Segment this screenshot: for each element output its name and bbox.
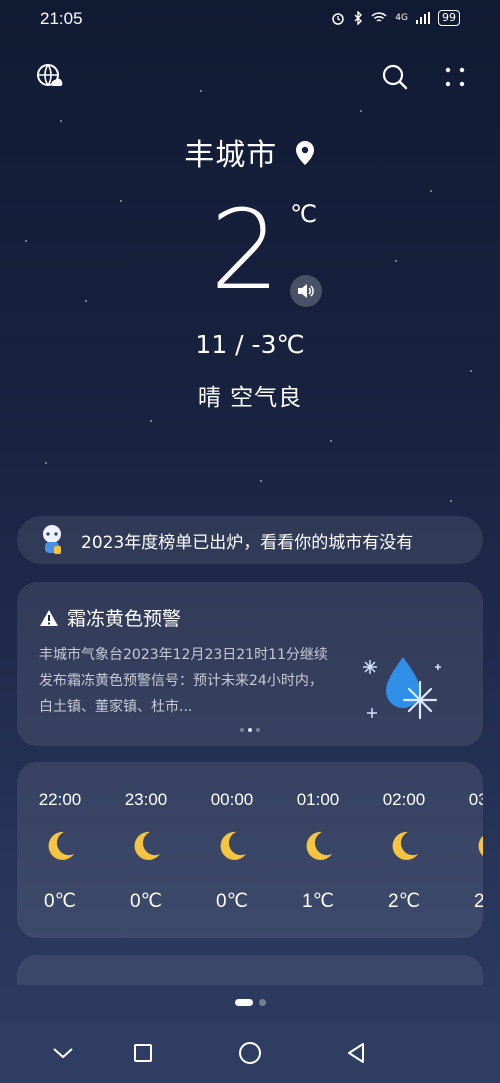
city-name: 丰城市 (184, 138, 278, 173)
frost-icon (363, 657, 441, 720)
current-temperature: 2 (210, 186, 280, 314)
weather-condition: 晴 空气良 (197, 385, 303, 411)
wifi-icon (371, 12, 387, 22)
chevron-down-icon (53, 1048, 73, 1059)
warning-pager-dots (17, 717, 483, 736)
hourly-forecast-card[interactable]: 22:00 0℃ 23:00 0℃ 00:00 0℃ 01:00 1℃ 02:00 2℃ 03:00… (17, 762, 483, 938)
moon-icon (306, 831, 332, 860)
moon-icon (478, 835, 483, 857)
page-dot-active (234, 999, 253, 1006)
location-header[interactable]: 丰城市 (0, 130, 500, 174)
city-page-indicator (0, 999, 500, 1006)
hour-time: 23:00 (124, 790, 168, 809)
weather-warning-card[interactable]: 霜冻黄色预警 丰城市气象台2023年12月23日21时11分继续发布霜冻黄色预警… (17, 582, 483, 746)
status-time: 21:05 (40, 9, 83, 28)
moon-icon (392, 831, 418, 860)
navigation-bar (0, 1023, 500, 1083)
nav-recents-button[interactable] (128, 1038, 158, 1068)
battery-indicator: 99 (438, 10, 460, 26)
moon-icon (48, 831, 74, 860)
hour-temperature: 0℃ (216, 891, 248, 912)
more-button[interactable] (440, 62, 470, 92)
nav-home-button[interactable] (235, 1038, 265, 1068)
network-type: 4G (395, 13, 408, 23)
ranking-banner[interactable]: 2023年度榜单已出炉，看看你的城市有没有 (17, 516, 483, 564)
hour-time: 02:00 (382, 790, 426, 809)
status-bar: 21:05 4G 99 (0, 0, 500, 38)
city-manage-button[interactable] (35, 62, 65, 92)
hour-time: 03:00 (468, 790, 483, 809)
banner-text: 2023年度榜单已出炉，看看你的城市有没有 (81, 532, 414, 553)
globe-cloud-icon (37, 64, 63, 86)
multi-day-forecast-card[interactable] (17, 955, 483, 985)
temperature-unit: ℃ (290, 200, 317, 228)
location-pin-icon (294, 139, 316, 174)
mascot-icon (43, 525, 61, 554)
search-button[interactable] (380, 62, 410, 92)
hour-temperature: 0℃ (130, 891, 162, 912)
alarm-icon (332, 13, 345, 25)
hour-time: 00:00 (210, 790, 254, 809)
warning-title: 霜冻黄色预警 (67, 608, 182, 630)
status-icons: 4G 99 (331, 10, 460, 26)
search-icon (382, 64, 408, 90)
hour-temperature: 2℃ (474, 891, 483, 912)
moon-icon (134, 831, 160, 860)
moon-icon (220, 831, 246, 860)
warning-body: 丰城市气象台2023年12月23日21时11分继续发布霜冻黄色预警信号：预计未来… (39, 647, 328, 715)
hour-temperature: 1℃ (302, 891, 334, 912)
page-dot (258, 999, 266, 1006)
back-triangle-icon (348, 1043, 364, 1063)
nav-hide-button[interactable] (48, 1038, 78, 1068)
speaker-icon (298, 284, 314, 298)
hour-time: 01:00 (296, 790, 340, 809)
hour-temperature: 0℃ (44, 891, 76, 912)
voice-broadcast-button[interactable] (290, 275, 322, 307)
signal-icon (416, 12, 430, 24)
square-icon (134, 1044, 152, 1062)
nav-back-button[interactable] (341, 1038, 371, 1068)
more-icon (445, 67, 465, 87)
hour-time: 22:00 (38, 790, 82, 809)
temperature-range: 11 / -3℃ (195, 330, 305, 359)
circle-icon (239, 1042, 261, 1064)
warning-icon (40, 609, 58, 626)
hour-temperature: 2℃ (388, 891, 420, 912)
bluetooth-icon (354, 11, 363, 25)
